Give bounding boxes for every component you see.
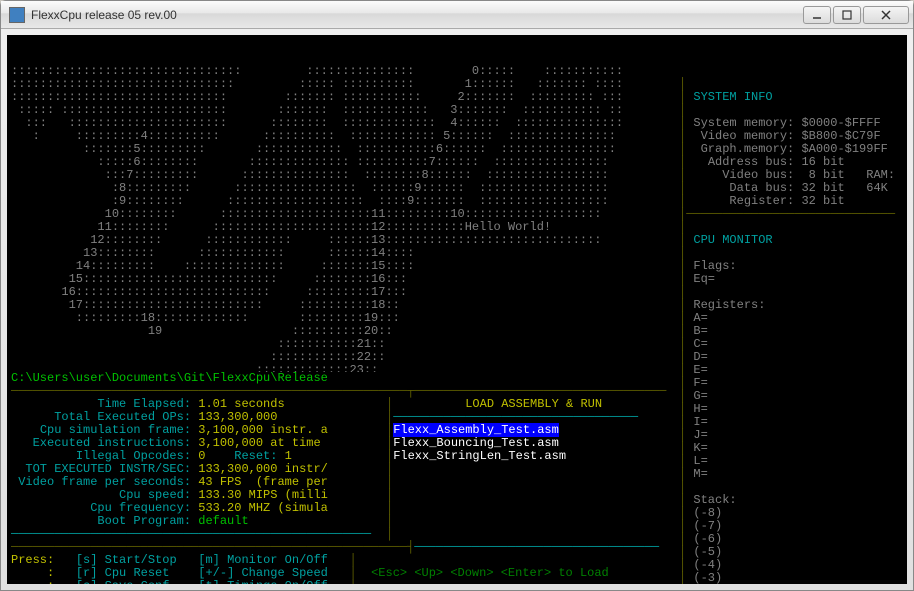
ascii-display: :::::::::::::::::::::::::::::::: :::::::… (11, 65, 673, 372)
window-title: FlexxCpu release 05 rev.00 (31, 8, 803, 22)
app-icon (9, 7, 25, 23)
stats-panel: Time Elapsed: 1.01 seconds Total Execute… (11, 398, 386, 541)
right-panel: │ │ SYSTEM INFO │ │ System memory: $0000… (673, 65, 903, 584)
window-controls (803, 6, 909, 24)
load-header: LOAD ASSEMBLY & RUN (465, 397, 602, 411)
titlebar[interactable]: FlexxCpu release 05 rev.00 (1, 1, 913, 29)
key-hints: Press: [s] Start/Stop [m] Monitor On/Off… (11, 554, 673, 584)
file-item[interactable]: Flexx_StringLen_Test.asm (393, 449, 566, 463)
load-hint: <Esc> <Up> <Down> <Enter> to Load (371, 566, 609, 580)
terminal-content: :::::::::::::::::::::::::::::::: :::::::… (7, 35, 907, 584)
load-panel: │ LOAD ASSEMBLY & RUN │─────────────────… (386, 398, 673, 541)
cpumonitor-header: CPU MONITOR (693, 233, 772, 247)
file-item-selected[interactable]: Flexx_Assembly_Test.asm (393, 423, 559, 437)
app-window: FlexxCpu release 05 rev.00 :::::::::::::… (0, 0, 914, 591)
sysinfo-header: SYSTEM INFO (693, 90, 772, 104)
minimize-button[interactable] (803, 6, 831, 24)
maximize-button[interactable] (833, 6, 861, 24)
file-item[interactable]: Flexx_Bouncing_Test.asm (393, 436, 559, 450)
hello-world-text: Hello World! (465, 220, 551, 234)
close-button[interactable] (863, 6, 909, 24)
